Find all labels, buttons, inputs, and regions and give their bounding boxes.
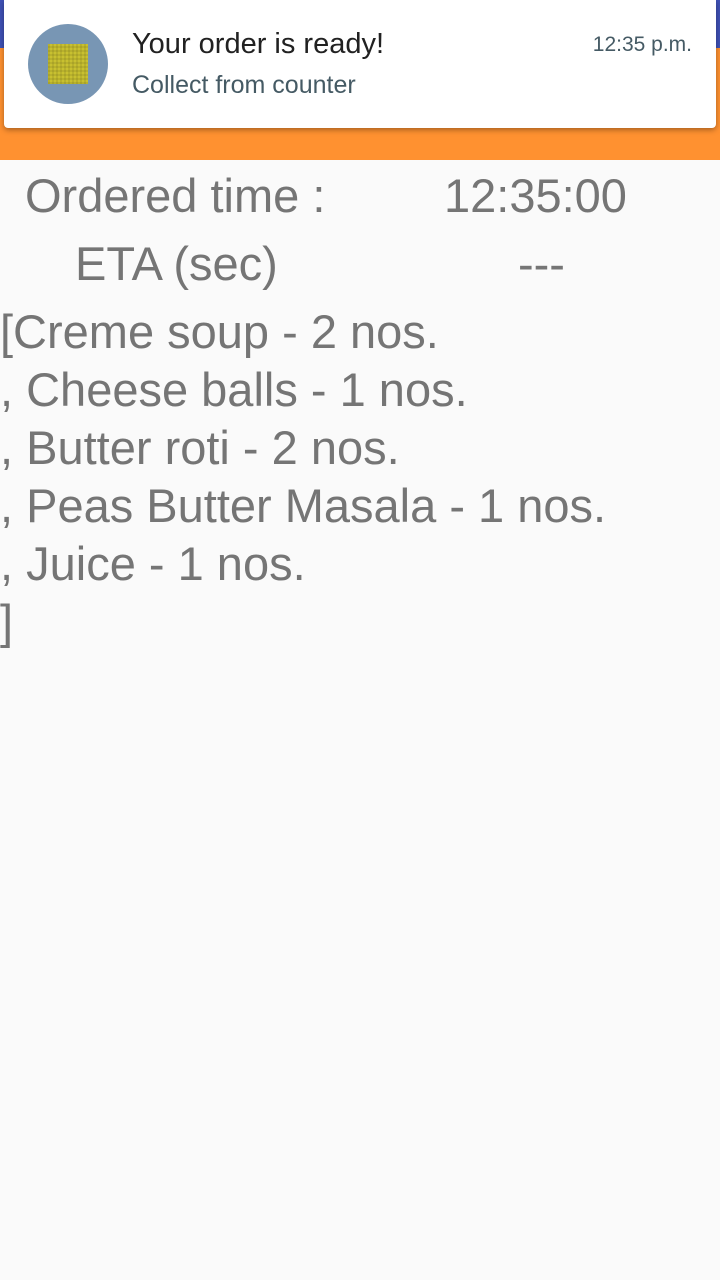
ordered-time-label: Ordered time :: [25, 169, 326, 222]
ordered-time-value: 12:35:00: [444, 169, 627, 222]
notification-time: 12:35 p.m.: [592, 33, 692, 56]
order-items-list: [Creme soup - 2 nos. , Cheese balls - 1 …: [0, 305, 607, 648]
eta-value: ---: [518, 237, 565, 290]
notification-body: Collect from counter: [132, 71, 356, 99]
eta-label: ETA (sec): [75, 237, 278, 290]
notification-title: Your order is ready!: [132, 28, 385, 60]
notification-card[interactable]: Your order is ready! Collect from counte…: [4, 0, 716, 128]
app-icon-image: [48, 44, 88, 84]
app-icon: [28, 24, 108, 104]
